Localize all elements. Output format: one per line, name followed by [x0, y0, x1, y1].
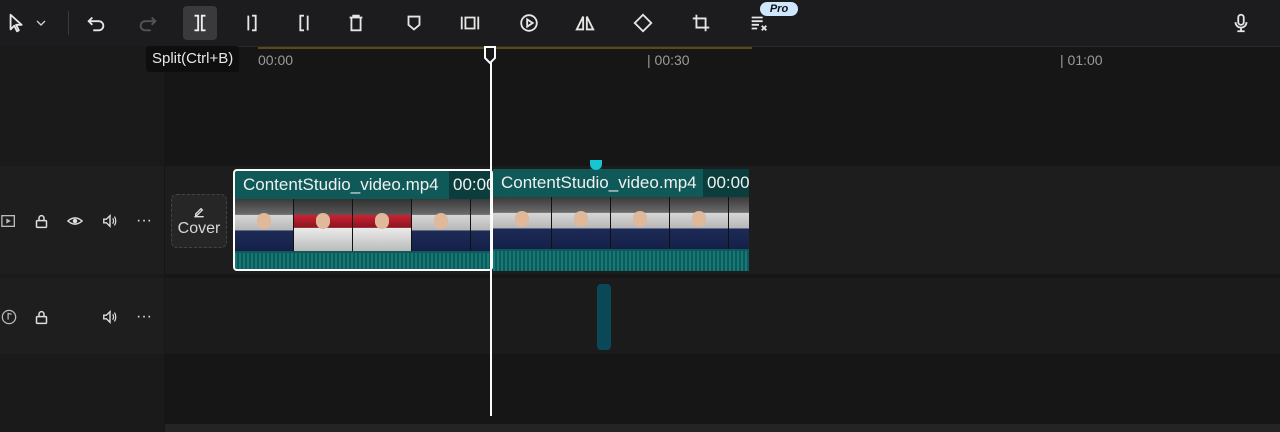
thumbnail	[353, 199, 412, 251]
play-circle-icon	[520, 14, 538, 32]
pro-badge: Pro	[760, 2, 798, 16]
undo-button[interactable]	[79, 6, 113, 40]
ruler-tick: | 00:30	[647, 52, 690, 68]
split-button[interactable]	[183, 6, 217, 40]
thumbnail	[412, 199, 471, 251]
clip-duration: 00:00	[703, 169, 749, 197]
toolbar-divider	[68, 11, 69, 35]
audio-track-header: ···	[0, 278, 164, 354]
clip-name: ContentStudio_video.mp4	[501, 173, 697, 192]
horizontal-scrollbar[interactable]	[165, 424, 1280, 432]
toolbar: Pro	[0, 0, 1280, 47]
freeze-button[interactable]	[453, 6, 487, 40]
ruler-tick-label: 00:30	[654, 52, 690, 68]
audio-clip-marker[interactable]	[597, 284, 611, 350]
rotate-button[interactable]	[626, 6, 660, 40]
cover-label: Cover	[177, 220, 221, 237]
thumbnail	[552, 197, 611, 249]
clip-thumbnails	[493, 197, 749, 249]
marker-button[interactable]	[397, 6, 431, 40]
thumbnail	[729, 197, 749, 249]
marker-shield-icon	[407, 15, 421, 31]
clip-title-bar: ContentStudio_video.mp4 00:00	[493, 169, 749, 197]
speed-button[interactable]	[512, 6, 546, 40]
volume-icon[interactable]	[101, 212, 119, 230]
edit-pencil-icon	[194, 207, 204, 218]
thumbnail	[493, 197, 552, 249]
clip-title-bar: ContentStudio_video.mp4 00:00	[235, 171, 491, 199]
more-icon[interactable]: ···	[135, 308, 153, 326]
audio-track-row[interactable]	[165, 278, 1280, 354]
timeline-ruler[interactable]: 00:00 | 00:30 | 01:00	[165, 46, 1280, 76]
video-track-icon	[0, 212, 18, 230]
redo-button[interactable]	[131, 6, 165, 40]
more-icon[interactable]: ···	[135, 212, 153, 230]
split-tooltip: Split(Ctrl+B)	[146, 46, 240, 72]
cursor-arrow-icon	[9, 13, 23, 33]
music-note-icon	[0, 308, 18, 326]
mirror-icon	[575, 16, 595, 31]
playhead-line[interactable]	[490, 56, 492, 416]
trim-right-icon	[299, 14, 309, 32]
ruler-tick: 00:00	[258, 52, 294, 68]
video-clip[interactable]: ContentStudio_video.mp4 00:00	[493, 169, 749, 271]
eye-icon[interactable]	[66, 212, 84, 230]
volume-icon[interactable]	[101, 308, 119, 326]
trim-right-button[interactable]	[287, 6, 321, 40]
thumbnail	[294, 199, 353, 251]
playhead-handle[interactable]	[484, 46, 496, 64]
thumbnail	[611, 197, 670, 249]
voiceover-button[interactable]	[1224, 6, 1258, 40]
trim-left-button[interactable]	[235, 6, 269, 40]
undo-icon	[87, 16, 105, 32]
ruler-range-bar	[258, 47, 752, 49]
lock-icon[interactable]	[32, 308, 50, 326]
freeze-frame-icon	[460, 16, 480, 30]
select-dropdown-button[interactable]	[26, 6, 56, 40]
audio-waveform	[235, 253, 491, 269]
clip-name: ContentStudio_video.mp4	[243, 175, 439, 194]
chevron-down-icon	[36, 20, 46, 26]
trim-left-icon	[247, 14, 257, 32]
thumbnail	[235, 199, 294, 251]
video-clip[interactable]: ContentStudio_video.mp4 00:00	[233, 169, 493, 271]
cover-button[interactable]: Cover	[171, 194, 227, 248]
clip-thumbnails	[235, 199, 491, 251]
rotate-icon	[633, 13, 653, 33]
crop-button[interactable]	[684, 6, 718, 40]
microphone-icon	[1234, 13, 1248, 33]
delete-button[interactable]	[339, 6, 373, 40]
video-track-header: ···	[0, 166, 164, 274]
mirror-button[interactable]	[568, 6, 602, 40]
audio-waveform	[493, 251, 749, 271]
trash-icon	[349, 14, 363, 32]
ruler-tick-label: 01:00	[1067, 52, 1103, 68]
thumbnail	[670, 197, 729, 249]
clip-duration: 00:00	[449, 171, 491, 199]
split-icon	[194, 14, 206, 32]
lock-icon[interactable]	[32, 212, 50, 230]
ruler-tick: | 01:00	[1060, 52, 1103, 68]
crop-icon	[692, 14, 710, 32]
redo-icon	[139, 16, 157, 32]
